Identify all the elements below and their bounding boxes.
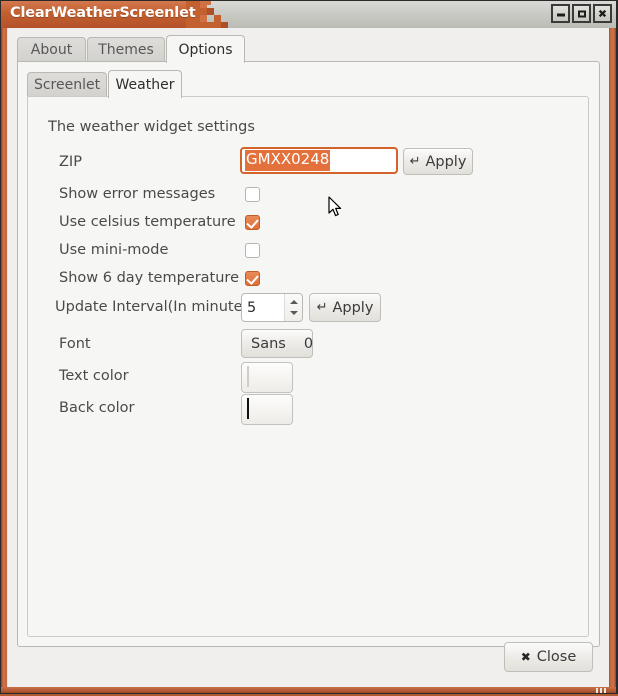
back-color-button[interactable] xyxy=(241,394,293,425)
spinner-buttons[interactable] xyxy=(284,294,302,321)
tab-themes[interactable]: Themes xyxy=(87,37,165,62)
tab-weather[interactable]: Weather xyxy=(108,70,182,98)
show-6-day-checkbox[interactable] xyxy=(245,271,260,286)
zip-label: ZIP xyxy=(59,154,82,170)
titlebar-pixel-block xyxy=(200,15,207,22)
titlebar-pixel-block xyxy=(207,8,214,15)
inner-notebook: Screenlet Weather The weather widget set… xyxy=(27,70,589,637)
titlebar-pixel-block xyxy=(207,1,211,5)
use-mini-mode-label: Use mini-mode xyxy=(59,242,168,258)
minimize-button[interactable] xyxy=(551,4,570,23)
titlebar-pixel-block xyxy=(214,15,221,22)
window-frame-right xyxy=(610,28,616,687)
text-color-button[interactable] xyxy=(241,362,293,393)
close-x-icon: ✖ xyxy=(521,650,531,664)
use-mini-mode-checkbox[interactable] xyxy=(245,243,260,258)
window-title: ClearWeatherScreenlet xyxy=(10,5,195,21)
zip-apply-button[interactable]: ↵ Apply xyxy=(403,148,473,175)
window-controls: ✖ xyxy=(551,4,612,23)
zip-apply-label: Apply xyxy=(425,154,466,170)
spinner-up-icon[interactable] xyxy=(290,300,298,304)
text-color-label: Text color xyxy=(59,368,129,384)
minimize-icon xyxy=(557,14,565,17)
outer-notebook: About Themes Options Screenlet Weather T… xyxy=(17,35,600,647)
back-color-swatch xyxy=(247,398,249,419)
close-x-icon: ✖ xyxy=(598,8,607,19)
font-label: Font xyxy=(59,336,91,352)
enter-arrow-icon: ↵ xyxy=(410,154,421,169)
update-interval-apply-label: Apply xyxy=(332,300,373,316)
inner-notebook-page: The weather widget settings ZIP GMXX0248… xyxy=(27,96,589,637)
outer-notebook-page: Screenlet Weather The weather widget set… xyxy=(17,61,600,647)
dialog-body: About Themes Options Screenlet Weather T… xyxy=(7,28,609,687)
update-interval-apply-button[interactable]: ↵ Apply xyxy=(309,293,381,322)
tab-options[interactable]: Options xyxy=(166,35,245,63)
show-error-messages-checkbox[interactable] xyxy=(245,187,260,202)
show-6-day-label: Show 6 day temperature xyxy=(59,270,239,286)
use-celsius-label: Use celsius temperature xyxy=(59,214,236,230)
tab-about[interactable]: About xyxy=(17,37,86,62)
inner-tab-row: Screenlet Weather xyxy=(27,70,589,97)
section-title: The weather widget settings xyxy=(48,119,255,135)
show-error-messages-label: Show error messages xyxy=(59,186,215,202)
close-button-label: Close xyxy=(537,649,577,665)
maximize-icon xyxy=(578,10,586,17)
font-size: 0 xyxy=(295,336,322,352)
use-celsius-checkbox[interactable] xyxy=(245,215,260,230)
update-interval-label: Update Interval(In minutes) xyxy=(55,299,241,315)
outer-tab-row: About Themes Options xyxy=(17,35,600,62)
font-button[interactable]: Sans 0 xyxy=(241,329,313,358)
zip-input[interactable]: GMXX0248 xyxy=(240,147,398,174)
title-bar[interactable]: ClearWeatherScreenlet ✖ xyxy=(1,1,616,28)
tab-screenlet[interactable]: Screenlet xyxy=(27,72,107,97)
font-name: Sans xyxy=(242,336,295,352)
spinner-down-icon[interactable] xyxy=(290,311,298,315)
update-interval-spinner[interactable]: 5 xyxy=(241,293,303,322)
resize-grip[interactable] xyxy=(596,688,610,693)
maximize-button[interactable] xyxy=(572,4,591,23)
application-window: ClearWeatherScreenlet ✖ About Themes Opt… xyxy=(0,0,618,696)
window-close-button[interactable]: ✖ xyxy=(593,4,612,23)
enter-arrow-icon: ↵ xyxy=(317,300,328,315)
back-color-label: Back color xyxy=(59,400,135,416)
zip-input-value: GMXX0248 xyxy=(245,150,330,170)
titlebar-pixel-block xyxy=(200,1,207,8)
close-button[interactable]: ✖ Close xyxy=(504,642,593,672)
text-color-swatch xyxy=(247,366,249,387)
window-frame-bottom xyxy=(1,687,616,694)
update-interval-value: 5 xyxy=(242,294,284,321)
